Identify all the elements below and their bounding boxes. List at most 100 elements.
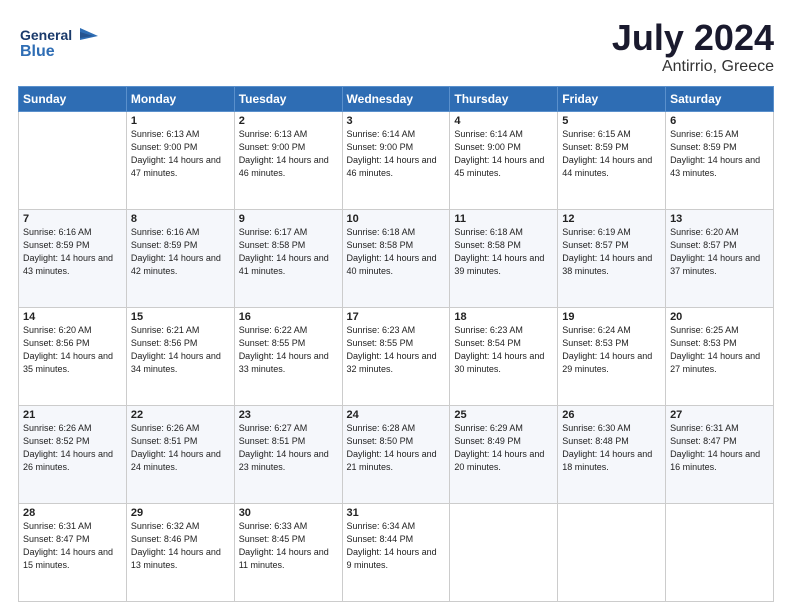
day-info: Sunrise: 6:17 AMSunset: 8:58 PMDaylight:… — [239, 226, 338, 278]
day-info: Sunrise: 6:33 AMSunset: 8:45 PMDaylight:… — [239, 520, 338, 572]
calendar-cell: 20 Sunrise: 6:25 AMSunset: 8:53 PMDaylig… — [666, 307, 774, 405]
day-number: 16 — [239, 311, 338, 323]
calendar-cell: 19 Sunrise: 6:24 AMSunset: 8:53 PMDaylig… — [558, 307, 666, 405]
calendar-cell: 2 Sunrise: 6:13 AMSunset: 9:00 PMDayligh… — [234, 111, 342, 209]
calendar-cell — [19, 111, 127, 209]
calendar-cell: 24 Sunrise: 6:28 AMSunset: 8:50 PMDaylig… — [342, 405, 450, 503]
day-number: 13 — [670, 213, 769, 225]
calendar-cell: 17 Sunrise: 6:23 AMSunset: 8:55 PMDaylig… — [342, 307, 450, 405]
day-number: 19 — [562, 311, 661, 323]
col-sunday: Sunday — [19, 86, 127, 111]
day-number: 25 — [454, 409, 553, 421]
day-number: 6 — [670, 115, 769, 127]
day-number: 23 — [239, 409, 338, 421]
day-info: Sunrise: 6:29 AMSunset: 8:49 PMDaylight:… — [454, 422, 553, 474]
calendar-week-1: 7 Sunrise: 6:16 AMSunset: 8:59 PMDayligh… — [19, 209, 774, 307]
day-number: 3 — [347, 115, 446, 127]
col-thursday: Thursday — [450, 86, 558, 111]
calendar-cell: 21 Sunrise: 6:26 AMSunset: 8:52 PMDaylig… — [19, 405, 127, 503]
calendar-cell: 7 Sunrise: 6:16 AMSunset: 8:59 PMDayligh… — [19, 209, 127, 307]
calendar-cell: 9 Sunrise: 6:17 AMSunset: 8:58 PMDayligh… — [234, 209, 342, 307]
day-number: 1 — [131, 115, 230, 127]
calendar-cell: 30 Sunrise: 6:33 AMSunset: 8:45 PMDaylig… — [234, 503, 342, 601]
calendar-cell: 15 Sunrise: 6:21 AMSunset: 8:56 PMDaylig… — [126, 307, 234, 405]
day-info: Sunrise: 6:34 AMSunset: 8:44 PMDaylight:… — [347, 520, 446, 572]
day-number: 4 — [454, 115, 553, 127]
calendar-week-2: 14 Sunrise: 6:20 AMSunset: 8:56 PMDaylig… — [19, 307, 774, 405]
calendar-cell: 12 Sunrise: 6:19 AMSunset: 8:57 PMDaylig… — [558, 209, 666, 307]
day-number: 29 — [131, 507, 230, 519]
day-info: Sunrise: 6:31 AMSunset: 8:47 PMDaylight:… — [23, 520, 122, 572]
calendar-cell: 3 Sunrise: 6:14 AMSunset: 9:00 PMDayligh… — [342, 111, 450, 209]
day-info: Sunrise: 6:23 AMSunset: 8:54 PMDaylight:… — [454, 324, 553, 376]
day-number: 30 — [239, 507, 338, 519]
calendar-cell: 10 Sunrise: 6:18 AMSunset: 8:58 PMDaylig… — [342, 209, 450, 307]
page: General Blue July 2024 Antirrio, Greece … — [0, 0, 792, 612]
calendar-cell: 6 Sunrise: 6:15 AMSunset: 8:59 PMDayligh… — [666, 111, 774, 209]
day-info: Sunrise: 6:26 AMSunset: 8:52 PMDaylight:… — [23, 422, 122, 474]
day-number: 18 — [454, 311, 553, 323]
calendar-cell: 31 Sunrise: 6:34 AMSunset: 8:44 PMDaylig… — [342, 503, 450, 601]
day-info: Sunrise: 6:20 AMSunset: 8:57 PMDaylight:… — [670, 226, 769, 278]
calendar-cell — [558, 503, 666, 601]
day-number: 9 — [239, 213, 338, 225]
day-info: Sunrise: 6:20 AMSunset: 8:56 PMDaylight:… — [23, 324, 122, 376]
calendar-cell: 18 Sunrise: 6:23 AMSunset: 8:54 PMDaylig… — [450, 307, 558, 405]
calendar-cell: 27 Sunrise: 6:31 AMSunset: 8:47 PMDaylig… — [666, 405, 774, 503]
calendar-week-0: 1 Sunrise: 6:13 AMSunset: 9:00 PMDayligh… — [19, 111, 774, 209]
calendar-cell: 4 Sunrise: 6:14 AMSunset: 9:00 PMDayligh… — [450, 111, 558, 209]
day-info: Sunrise: 6:18 AMSunset: 8:58 PMDaylight:… — [454, 226, 553, 278]
calendar-cell: 25 Sunrise: 6:29 AMSunset: 8:49 PMDaylig… — [450, 405, 558, 503]
svg-text:Blue: Blue — [20, 43, 55, 60]
calendar-cell: 5 Sunrise: 6:15 AMSunset: 8:59 PMDayligh… — [558, 111, 666, 209]
svg-text:General: General — [20, 27, 72, 43]
title-area: July 2024 Antirrio, Greece — [612, 18, 774, 76]
calendar-week-3: 21 Sunrise: 6:26 AMSunset: 8:52 PMDaylig… — [19, 405, 774, 503]
day-info: Sunrise: 6:22 AMSunset: 8:55 PMDaylight:… — [239, 324, 338, 376]
col-monday: Monday — [126, 86, 234, 111]
day-info: Sunrise: 6:15 AMSunset: 8:59 PMDaylight:… — [670, 128, 769, 180]
col-tuesday: Tuesday — [234, 86, 342, 111]
day-number: 8 — [131, 213, 230, 225]
day-number: 14 — [23, 311, 122, 323]
header-row: Sunday Monday Tuesday Wednesday Thursday… — [19, 86, 774, 111]
calendar-cell: 29 Sunrise: 6:32 AMSunset: 8:46 PMDaylig… — [126, 503, 234, 601]
calendar-cell: 8 Sunrise: 6:16 AMSunset: 8:59 PMDayligh… — [126, 209, 234, 307]
day-info: Sunrise: 6:26 AMSunset: 8:51 PMDaylight:… — [131, 422, 230, 474]
calendar-cell: 23 Sunrise: 6:27 AMSunset: 8:51 PMDaylig… — [234, 405, 342, 503]
calendar-cell — [666, 503, 774, 601]
day-number: 21 — [23, 409, 122, 421]
day-info: Sunrise: 6:31 AMSunset: 8:47 PMDaylight:… — [670, 422, 769, 474]
col-friday: Friday — [558, 86, 666, 111]
calendar-cell: 26 Sunrise: 6:30 AMSunset: 8:48 PMDaylig… — [558, 405, 666, 503]
day-info: Sunrise: 6:25 AMSunset: 8:53 PMDaylight:… — [670, 324, 769, 376]
day-info: Sunrise: 6:14 AMSunset: 9:00 PMDaylight:… — [454, 128, 553, 180]
day-number: 17 — [347, 311, 446, 323]
calendar-cell — [450, 503, 558, 601]
day-number: 24 — [347, 409, 446, 421]
day-info: Sunrise: 6:18 AMSunset: 8:58 PMDaylight:… — [347, 226, 446, 278]
day-number: 28 — [23, 507, 122, 519]
day-info: Sunrise: 6:28 AMSunset: 8:50 PMDaylight:… — [347, 422, 446, 474]
calendar-cell: 28 Sunrise: 6:31 AMSunset: 8:47 PMDaylig… — [19, 503, 127, 601]
day-number: 27 — [670, 409, 769, 421]
day-info: Sunrise: 6:13 AMSunset: 9:00 PMDaylight:… — [131, 128, 230, 180]
day-number: 15 — [131, 311, 230, 323]
col-saturday: Saturday — [666, 86, 774, 111]
day-info: Sunrise: 6:27 AMSunset: 8:51 PMDaylight:… — [239, 422, 338, 474]
header: General Blue July 2024 Antirrio, Greece — [18, 18, 774, 76]
day-number: 22 — [131, 409, 230, 421]
day-info: Sunrise: 6:14 AMSunset: 9:00 PMDaylight:… — [347, 128, 446, 180]
subtitle: Antirrio, Greece — [612, 58, 774, 76]
day-info: Sunrise: 6:19 AMSunset: 8:57 PMDaylight:… — [562, 226, 661, 278]
calendar-cell: 16 Sunrise: 6:22 AMSunset: 8:55 PMDaylig… — [234, 307, 342, 405]
day-number: 26 — [562, 409, 661, 421]
logo-svg: General Blue — [18, 18, 108, 68]
day-info: Sunrise: 6:13 AMSunset: 9:00 PMDaylight:… — [239, 128, 338, 180]
day-info: Sunrise: 6:15 AMSunset: 8:59 PMDaylight:… — [562, 128, 661, 180]
calendar-cell: 1 Sunrise: 6:13 AMSunset: 9:00 PMDayligh… — [126, 111, 234, 209]
calendar-cell: 14 Sunrise: 6:20 AMSunset: 8:56 PMDaylig… — [19, 307, 127, 405]
day-number: 31 — [347, 507, 446, 519]
logo-area: General Blue — [18, 18, 108, 68]
calendar-cell: 22 Sunrise: 6:26 AMSunset: 8:51 PMDaylig… — [126, 405, 234, 503]
